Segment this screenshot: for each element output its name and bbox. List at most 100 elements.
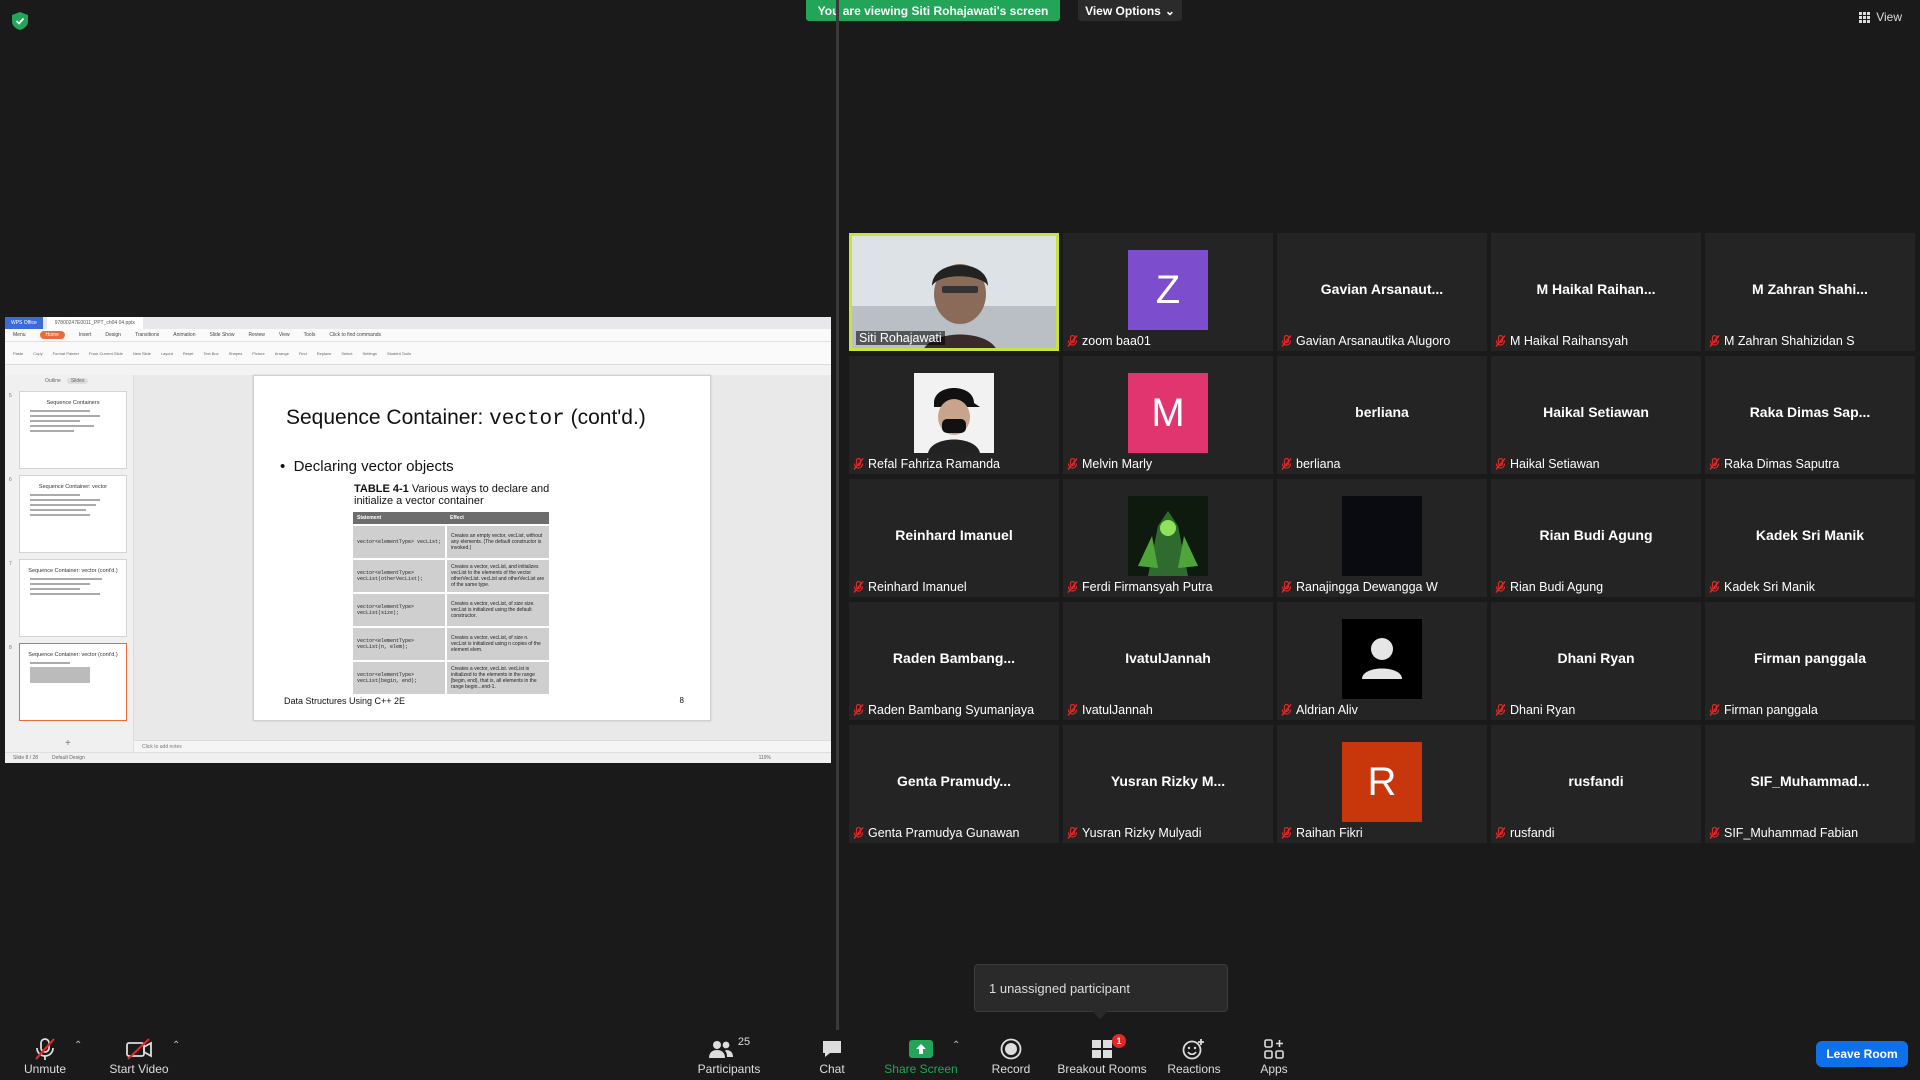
mic-muted-icon	[1495, 334, 1506, 347]
split-divider[interactable]	[836, 0, 839, 1030]
participant-tile[interactable]: berliana berliana	[1277, 356, 1487, 474]
participant-tile[interactable]: R Raihan Fikri	[1277, 725, 1487, 843]
reactions-button[interactable]: Reactions	[1164, 1030, 1224, 1080]
wps-command-search: Click to find commands	[329, 332, 382, 338]
participant-name-label: Raihan Fikri	[1281, 826, 1363, 840]
participant-name: Kadek Sri Manik	[1724, 580, 1816, 594]
wps-ribbon-item: Settings	[362, 350, 377, 356]
participants-count: 25	[737, 1036, 751, 1048]
participant-tile[interactable]: M Zahran Shahi... M Zahran Shahizidan S	[1705, 233, 1915, 351]
participant-name: M Haikal Raihansyah	[1510, 334, 1629, 348]
participant-name: Refal Fahriza Ramanda	[868, 457, 1001, 471]
participant-name: berliana	[1296, 457, 1341, 471]
participant-tile[interactable]: Ranajingga Dewangga W	[1277, 479, 1487, 597]
participant-tile[interactable]: Rian Budi Agung Rian Budi Agung	[1491, 479, 1701, 597]
slide-title-part: Sequence Container:	[286, 406, 490, 429]
popup-text: 1 unassigned participant	[989, 980, 1130, 996]
participant-tile[interactable]: Ferdi Firmansyah Putra	[1063, 479, 1273, 597]
participant-tile[interactable]: Zzoom baa01	[1063, 233, 1273, 351]
participant-tile[interactable]: M Melvin Marly	[1063, 356, 1273, 474]
participant-name-label: Genta Pramudya Gunawan	[853, 826, 1019, 840]
wps-ribbon: Paste Copy Format Painter From Current S…	[5, 342, 831, 365]
participant-tile[interactable]: Kadek Sri Manik Kadek Sri Manik	[1705, 479, 1915, 597]
participant-tile[interactable]: Firman panggala Firman panggala	[1705, 602, 1915, 720]
participant-tile[interactable]: Siti Rohajawati	[849, 233, 1059, 351]
design-name: Default Design	[52, 755, 85, 761]
avatar: R	[1342, 742, 1422, 822]
wps-ribbon-item: Text Box	[203, 350, 219, 356]
breakout-rooms-label: Breakout Rooms	[1057, 1062, 1147, 1076]
table-cell: Creates a vector, vecList. vecList is in…	[446, 660, 549, 694]
chat-button[interactable]: Chat	[812, 1030, 852, 1080]
meeting-toolbar	[0, 1030, 1920, 1080]
table-caption: TABLE 4-1 Various ways to declare and in…	[354, 483, 564, 507]
record-icon	[1000, 1038, 1022, 1060]
participant-tile[interactable]: SIF_Muhammad... SIF_Muhammad Fabian	[1705, 725, 1915, 843]
wps-status-bar: Slide 8 / 28 Default Design 119%	[5, 752, 831, 763]
participant-tile[interactable]: Genta Pramudy... Genta Pramudya Gunawan	[849, 725, 1059, 843]
participant-tile[interactable]: Refal Fahriza Ramanda	[849, 356, 1059, 474]
wps-ribbon-item: Shapes	[228, 350, 243, 356]
participant-display-name: Firman panggala	[1753, 650, 1867, 666]
leave-room-button[interactable]: Leave Room	[1816, 1041, 1908, 1067]
breakout-rooms-icon	[1092, 1040, 1112, 1058]
slide-canvas: Sequence Container: vector (cont'd.) • D…	[134, 375, 831, 753]
participant-tile[interactable]: Reinhard Imanuel Reinhard Imanuel	[849, 479, 1059, 597]
share-screen-button[interactable]: Share Screen	[884, 1030, 958, 1080]
audio-options-caret[interactable]: ⌃	[74, 1040, 82, 1051]
mic-muted-icon	[1067, 580, 1078, 593]
mic-muted-icon	[1709, 580, 1720, 593]
participant-tile[interactable]: Dhani Ryan Dhani Ryan	[1491, 602, 1701, 720]
participant-tile[interactable]: Raden Bambang... Raden Bambang Syumanjaya	[849, 602, 1059, 720]
chevron-down-icon: ⌄	[1164, 3, 1175, 18]
start-video-button[interactable]: Start Video	[106, 1030, 172, 1080]
participant-tile[interactable]: IvatulJannah IvatulJannah	[1063, 602, 1273, 720]
participants-button[interactable]: 25 Participants	[694, 1030, 764, 1080]
participant-tile[interactable]: rusfandi rusfandi	[1491, 725, 1701, 843]
participant-name: Haikal Setiawan	[1510, 457, 1600, 471]
add-slide-icon: +	[65, 738, 71, 749]
viewing-screen-banner: You are viewing Siti Rohajawati's screen	[806, 0, 1060, 21]
record-button[interactable]: Record	[984, 1030, 1038, 1080]
participant-tile[interactable]: Gavian Arsanaut... Gavian Arsanautika Alu…	[1277, 233, 1487, 351]
table-cell: vector<elementType> vecList;	[353, 524, 447, 559]
participant-display-name: Raka Dimas Sap...	[1749, 404, 1871, 420]
apps-button[interactable]: Apps	[1254, 1030, 1294, 1080]
participant-tile[interactable]: Raka Dimas Sap... Raka Dimas Saputra	[1705, 356, 1915, 474]
view-button[interactable]: View	[1859, 10, 1902, 24]
participant-name-label: Dhani Ryan	[1495, 703, 1575, 717]
participant-tile[interactable]: M Haikal Raihan... M Haikal Raihansyah	[1491, 233, 1701, 351]
mic-muted-icon	[1709, 334, 1720, 347]
wps-menu-item: Tools	[303, 332, 316, 338]
mic-muted-icon	[1495, 703, 1506, 716]
table-header: Statement	[353, 512, 446, 525]
video-options-caret[interactable]: ⌃	[172, 1040, 180, 1051]
participant-tile[interactable]: Yusran Rizky M... Yusran Rizky Mulyadi	[1063, 725, 1273, 843]
thumb-tabs: Outline Slides	[5, 375, 133, 384]
breakout-rooms-button[interactable]: Breakout Rooms	[1056, 1030, 1148, 1080]
participant-tile[interactable]: Aldrian Aliv	[1277, 602, 1487, 720]
mic-muted-icon	[1281, 334, 1292, 347]
slide-count: Slide 8 / 28	[13, 755, 39, 761]
wps-ribbon-item: Reset	[182, 350, 194, 356]
thumb-number: 8	[9, 645, 12, 651]
participant-tile[interactable]: Haikal Setiawan Haikal Setiawan	[1491, 356, 1701, 474]
participant-display-name: M Zahran Shahi...	[1752, 281, 1868, 297]
unassigned-participant-popup[interactable]: 1 unassigned participant	[974, 964, 1228, 1012]
participant-name: Gavian Arsanautika Alugoro	[1296, 334, 1451, 348]
security-shield-icon[interactable]	[12, 12, 28, 30]
slide-thumbnail: Sequence Container: vector (cont'd.)	[19, 559, 127, 637]
wps-menu-item: Transitions	[134, 332, 160, 338]
slide-thumbnails: Outline Slides 5 Sequence Containers 6 S…	[5, 375, 134, 753]
share-options-caret[interactable]: ⌃	[952, 1040, 960, 1051]
participant-name: Dhani Ryan	[1510, 703, 1576, 717]
slide-thumbnail-selected: Sequence Container: vector (cont'd.)	[19, 643, 127, 721]
unmute-button[interactable]: Unmute	[20, 1030, 70, 1080]
view-options-button[interactable]: View Options ⌄	[1078, 0, 1182, 21]
mic-muted-icon	[853, 457, 864, 470]
participant-name-label: Haikal Setiawan	[1495, 457, 1600, 471]
thumb-number: 6	[9, 477, 12, 483]
participant-display-name: Rian Budi Agung	[1539, 527, 1653, 543]
slide-bullet-text: Declaring vector objects	[293, 458, 454, 475]
participant-display-name: Haikal Setiawan	[1543, 404, 1649, 420]
